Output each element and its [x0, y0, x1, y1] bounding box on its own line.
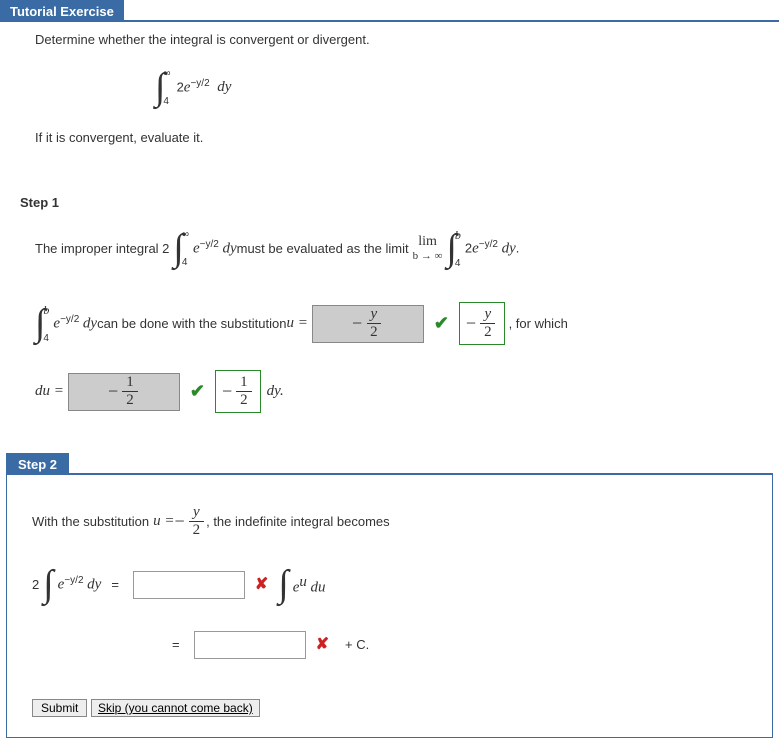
step2-line1: With the substitution u = − y 2 , the in… — [32, 505, 747, 538]
answer-input-du[interactable]: − 1 2 — [68, 373, 180, 411]
correct-answer-du: − 1 2 — [215, 370, 261, 413]
answer-input-result[interactable] — [194, 631, 306, 659]
problem-instruction: If it is convergent, evaluate it. — [35, 130, 749, 145]
step2-eq1: 2 ∫ e−y/2 dy = ✘ ∫ eu du — [32, 556, 747, 613]
header-rule — [124, 0, 779, 22]
step1-title: Step 1 — [20, 195, 759, 210]
cross-icon: ✘ — [255, 573, 268, 597]
answer-input-coeff[interactable] — [133, 571, 245, 599]
step1-line2: ∫ b 4 e−y/2 dy can be done with the subs… — [35, 295, 759, 352]
check-icon: ✔ — [434, 310, 449, 337]
step2-eq2: = ✘ + C. — [162, 631, 747, 659]
integral-symbol: ∫ — [278, 556, 288, 613]
step2-title: Step 2 — [6, 453, 69, 475]
integral-symbol: ∫ — [43, 556, 53, 613]
skip-button[interactable]: Skip (you cannot come back) — [91, 699, 260, 717]
answer-input-u[interactable]: − y 2 — [312, 305, 424, 343]
step2-body: With the substitution u = − y 2 , the in… — [6, 475, 773, 738]
tutorial-header: Tutorial Exercise — [0, 0, 779, 22]
problem-integral: ∫ ∞ 4 2e−y/2 dy — [155, 59, 749, 116]
cross-icon: ✘ — [316, 633, 329, 657]
integral-bounds: ∞ 4 — [163, 69, 170, 107]
step2-header: Step 2 — [6, 453, 773, 475]
step1-line3: du = − 1 2 ✔ − 1 2 dy. — [35, 370, 759, 413]
problem-prompt: Determine whether the integral is conver… — [35, 32, 749, 47]
problem-section: Determine whether the integral is conver… — [0, 22, 779, 165]
header-title: Tutorial Exercise — [0, 0, 124, 22]
submit-button[interactable]: Submit — [32, 699, 87, 717]
check-icon: ✔ — [190, 378, 205, 405]
limit: lim b → ∞ — [413, 235, 443, 262]
button-row: Submit Skip (you cannot come back) — [32, 699, 747, 717]
correct-answer-u: − y 2 — [459, 302, 505, 345]
step1-line1: The improper integral 2 ∫ ∞ 4 e−y/2 dy m… — [35, 220, 759, 277]
